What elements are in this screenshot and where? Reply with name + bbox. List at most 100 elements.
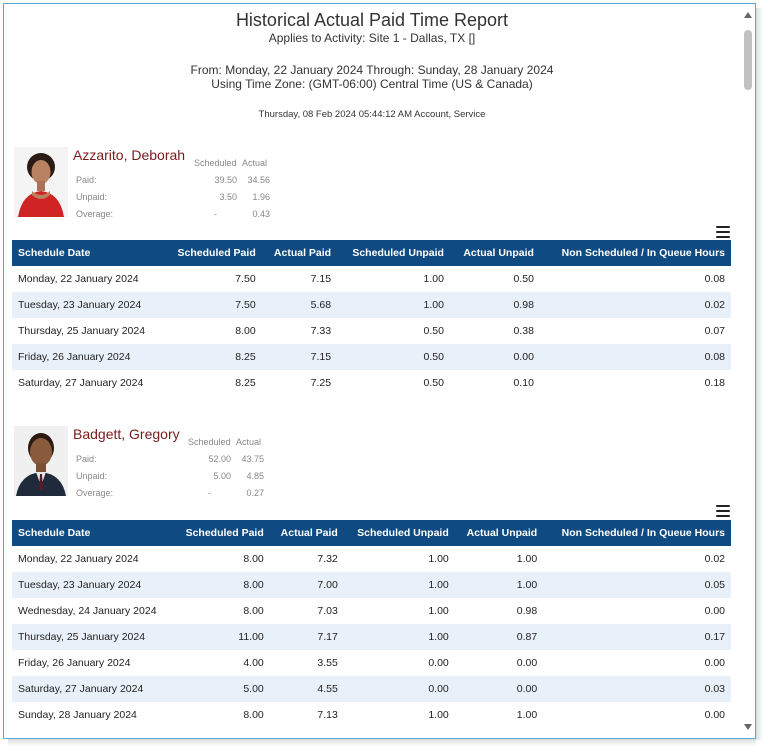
column-header[interactable]: Actual Paid [261, 240, 338, 266]
cell: 0.18 [704, 377, 725, 389]
cell: Wednesday, 24 January 2024 [18, 605, 157, 617]
scheduled-header: Scheduled [188, 437, 231, 447]
cell: 0.98 [516, 605, 538, 617]
hamburger-menu-icon[interactable] [716, 226, 730, 238]
report-title: Historical Actual Paid Time Report [235, 10, 509, 30]
cell: 0.50 [513, 273, 534, 285]
cell: 0.08 [704, 273, 725, 285]
cell: Friday, 26 January 2024 [18, 657, 131, 669]
cell: 3.55 [317, 657, 338, 669]
overage-label: Overage: [76, 488, 114, 498]
paid-label: Paid: [76, 454, 97, 464]
cell: 0.03 [543, 676, 731, 702]
overage-scheduled: - [208, 488, 211, 498]
column-header[interactable]: Schedule Date [12, 520, 174, 546]
table-row: Thursday, 25 January 2024 8.00 7.33 0.50 0.3… [12, 318, 731, 344]
cell: 11.00 [173, 624, 270, 650]
cell: 0.00 [516, 657, 538, 669]
cell: 1.00 [454, 572, 544, 598]
column-header[interactable]: Scheduled Unpaid [343, 520, 455, 546]
scroll-down-icon[interactable] [744, 724, 752, 730]
cell: 1.00 [343, 624, 455, 650]
table-row: Wednesday, 24 January 2024 8.00 7.03 1.00 0.… [12, 598, 731, 624]
overage-actual: 0.43 [252, 209, 270, 219]
cell: 0.00 [704, 709, 725, 721]
cell: 0.02 [539, 292, 731, 318]
cell: 0.50 [423, 325, 444, 337]
cell: 7.00 [269, 572, 344, 598]
cell: Sunday, 28 January 2024 [18, 709, 137, 721]
schedule-table: Schedule Date Scheduled Paid Actual Paid… [12, 240, 731, 396]
actual-header: Actual [236, 437, 262, 447]
cell: 4.00 [243, 657, 264, 669]
schedule-table: Schedule Date Scheduled Paid Actual Paid… [12, 520, 731, 728]
cell: Tuesday, 23 January 2024 [12, 572, 174, 598]
scroll-up-icon[interactable] [744, 12, 752, 18]
cell: Tuesday, 23 January 2024 [12, 292, 164, 318]
cell: 0.02 [704, 553, 725, 565]
cell: 1.00 [423, 273, 444, 285]
column-header[interactable]: Scheduled Paid [173, 520, 270, 546]
report-timezone: Using Time Zone: (GMT-06:00) Central Tim… [211, 77, 533, 91]
cell: Friday, 26 January 2024 [12, 344, 164, 370]
cell: 0.50 [423, 377, 444, 389]
table-row: Saturday, 27 January 2024 8.25 7.25 0.50 0.1… [12, 370, 731, 396]
cell: 5.00 [173, 676, 270, 702]
avatar [14, 147, 68, 217]
table-row: Monday, 22 January 2024 7.50 7.15 1.00 0.50 0… [12, 266, 731, 292]
cell: 0.00 [454, 676, 544, 702]
cell: 0.98 [449, 292, 540, 318]
column-header[interactable]: Non Scheduled / In Queue Hours [543, 520, 731, 546]
cell: 8.00 [243, 605, 264, 617]
cell: 0.87 [454, 624, 544, 650]
column-header[interactable]: Actual Unpaid [454, 520, 544, 546]
employee-summary: Azzarito, Deborah Scheduled Actual Paid:… [14, 147, 314, 223]
column-header[interactable]: Schedule Date [12, 240, 164, 266]
cell: 7.25 [310, 377, 332, 389]
cell: Thursday, 25 January 2024 [12, 624, 174, 650]
table-row: Sunday, 28 January 2024 8.00 7.13 1.00 1.00 0… [12, 702, 731, 728]
paid-actual: 34.56 [247, 175, 270, 185]
table-header-row: Schedule Date Scheduled Paid Actual Paid… [12, 240, 731, 266]
table-header-row: Schedule Date Scheduled Paid Actual Paid… [12, 520, 731, 546]
cell: 1.00 [337, 292, 450, 318]
report-subtitle: Applies to Activity: Site 1 - Dallas, TX… [268, 31, 476, 45]
column-header[interactable]: Non Scheduled / In Queue Hours [539, 240, 731, 266]
cell: 1.00 [428, 605, 449, 617]
cell: 0.00 [704, 605, 725, 617]
cell: 7.17 [269, 624, 344, 650]
column-header[interactable]: Actual Unpaid [449, 240, 540, 266]
scroll-thumb[interactable] [744, 30, 752, 90]
vertical-scrollbar[interactable] [741, 4, 755, 738]
cell: 8.25 [163, 344, 262, 370]
employee-name: Azzarito, Deborah [73, 147, 186, 163]
cell: 0.00 [343, 676, 455, 702]
overage-actual: 0.27 [246, 488, 264, 498]
hamburger-menu-icon[interactable] [716, 505, 730, 517]
column-header[interactable]: Scheduled Paid [163, 240, 262, 266]
scheduled-header: Scheduled [194, 158, 237, 168]
overage-scheduled: - [214, 209, 217, 219]
report-date-range: From: Monday, 22 January 2024 Through: S… [190, 63, 554, 77]
avatar [14, 426, 68, 496]
cell: 7.50 [163, 292, 262, 318]
cell: 0.38 [513, 325, 534, 337]
column-header[interactable]: Actual Paid [269, 520, 344, 546]
cell: 8.25 [235, 377, 256, 389]
cell: 1.00 [516, 709, 538, 721]
cell: 0.07 [704, 325, 725, 337]
table-row: Friday, 26 January 2024 4.00 3.55 0.00 0.00 0… [12, 650, 731, 676]
column-header[interactable]: Scheduled Unpaid [337, 240, 450, 266]
employee-summary: Badgett, Gregory Scheduled Actual Paid: … [14, 426, 314, 502]
cell: 0.10 [513, 377, 534, 389]
paid-actual: 43.75 [241, 454, 264, 464]
cell: 1.00 [428, 553, 449, 565]
cell: 8.00 [235, 325, 256, 337]
cell: 7.32 [317, 553, 338, 565]
actual-header: Actual [242, 158, 268, 168]
cell: Monday, 22 January 2024 [18, 273, 139, 285]
cell: 7.50 [235, 273, 256, 285]
overage-label: Overage: [76, 209, 114, 219]
cell: 7.13 [317, 709, 338, 721]
table-row: Tuesday, 23 January 2024 8.00 7.00 1.00 1.00… [12, 572, 731, 598]
